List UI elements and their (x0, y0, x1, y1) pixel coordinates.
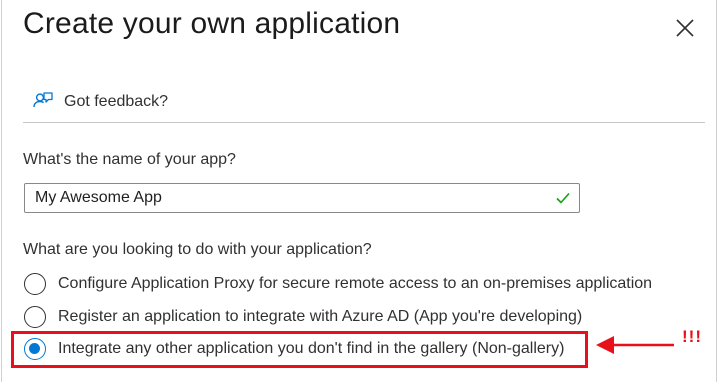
app-purpose-label: What are you looking to do with your app… (23, 241, 372, 258)
annotation-text: !!! (682, 327, 702, 346)
option-label: Register an application to integrate wit… (58, 308, 583, 325)
close-icon (676, 19, 694, 37)
arrow-left-icon (596, 336, 674, 354)
highlight-annotation-box (11, 331, 588, 368)
app-name-input[interactable] (25, 184, 555, 212)
page-title: Create your own application (23, 7, 401, 40)
create-app-panel: Create your own application Got feedback… (1, 0, 717, 382)
feedback-link[interactable]: Got feedback? (32, 88, 168, 116)
divider (23, 122, 705, 123)
close-button[interactable] (674, 17, 696, 39)
radio-configure-app-proxy[interactable] (24, 273, 46, 295)
option-register-application[interactable]: Register an application to integrate wit… (24, 304, 582, 330)
feedback-label: Got feedback? (64, 93, 169, 110)
checkmark-icon (556, 192, 570, 204)
feedback-icon (33, 92, 53, 108)
app-name-label: What's the name of your app? (23, 151, 236, 168)
option-label: Configure Application Proxy for secure r… (58, 275, 653, 292)
app-name-field[interactable] (24, 183, 580, 213)
option-configure-app-proxy[interactable]: Configure Application Proxy for secure r… (24, 271, 652, 297)
radio-register-application[interactable] (24, 306, 46, 328)
